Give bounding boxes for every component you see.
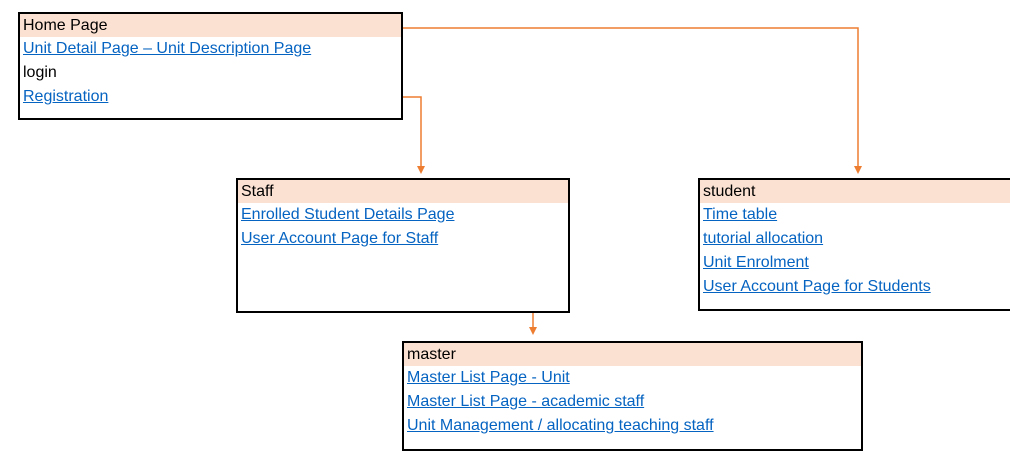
student-title: student — [700, 180, 1010, 203]
staff-link-user-account[interactable]: User Account Page for Staff — [238, 227, 568, 251]
connector-home-to-staff — [403, 96, 425, 174]
home-link-unit-detail[interactable]: Unit Detail Page – Unit Description Page — [20, 37, 401, 61]
master-box: master Master List Page - Unit Master Li… — [402, 341, 863, 451]
student-link-unit-enrolment[interactable]: Unit Enrolment — [700, 251, 1010, 275]
staff-link-enrolled-students[interactable]: Enrolled Student Details Page — [238, 203, 568, 227]
staff-title: Staff — [238, 180, 568, 203]
master-link-unit-list[interactable]: Master List Page - Unit — [404, 366, 861, 390]
student-link-user-account[interactable]: User Account Page for Students — [700, 275, 1010, 299]
home-page-box: Home Page Unit Detail Page – Unit Descri… — [18, 12, 403, 120]
master-title: master — [404, 343, 861, 366]
student-link-tutorial-allocation[interactable]: tutorial allocation — [700, 227, 1010, 251]
staff-box: Staff Enrolled Student Details Page User… — [236, 178, 570, 313]
home-link-registration[interactable]: Registration — [20, 85, 401, 109]
connector-home-to-student — [403, 27, 862, 174]
home-login-text: login — [23, 64, 57, 81]
student-box: student Time table tutorial allocation U… — [698, 178, 1010, 311]
student-link-timetable[interactable]: Time table — [700, 203, 1010, 227]
home-page-title: Home Page — [20, 14, 401, 37]
master-link-unit-management[interactable]: Unit Management / allocating teaching st… — [404, 414, 861, 438]
master-link-academic-staff-list[interactable]: Master List Page - academic staff — [404, 390, 861, 414]
